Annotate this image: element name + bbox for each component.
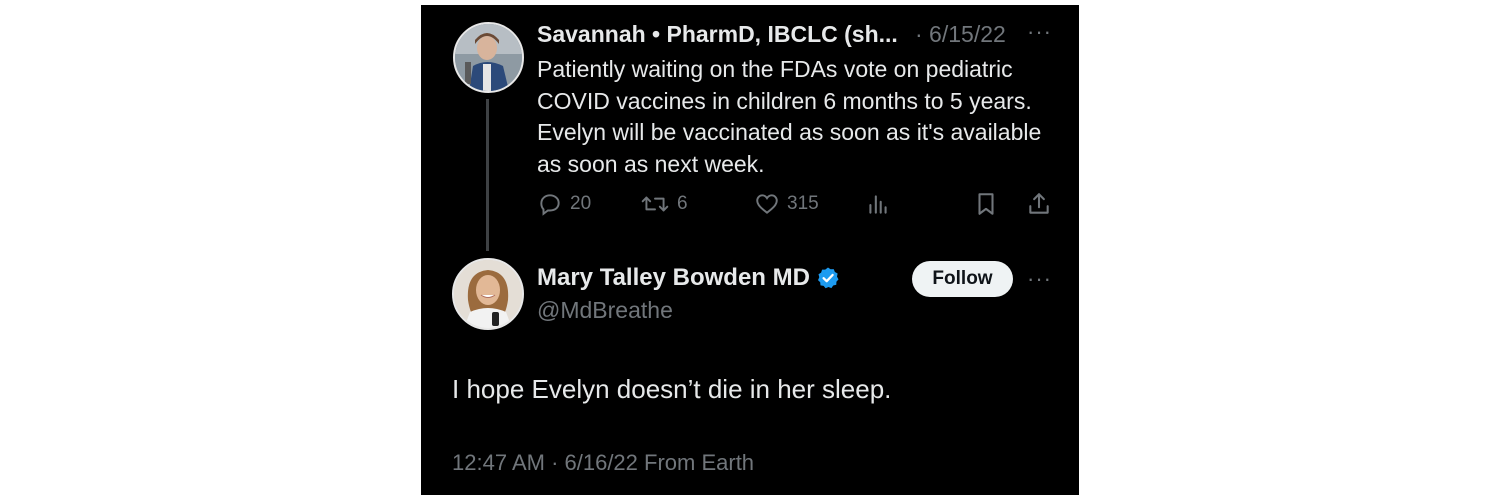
- like-count: 315: [787, 193, 819, 214]
- reply-author-handle[interactable]: @MdBreathe: [537, 297, 673, 324]
- share-icon: [1029, 193, 1049, 214]
- more-options-icon[interactable]: ···: [1027, 266, 1052, 292]
- heart-icon: [756, 194, 778, 214]
- follow-button[interactable]: Follow: [912, 261, 1013, 297]
- bookmark-icon: [978, 193, 994, 215]
- reply-tweet-timestamp[interactable]: 12:47 AM · 6/16/22 From Earth: [452, 450, 754, 476]
- thread-connector-line: [486, 99, 489, 251]
- tweet-action-bar: 20 6 315: [537, 191, 1057, 221]
- retweet-button[interactable]: 6: [640, 191, 688, 217]
- share-button[interactable]: [1026, 191, 1052, 217]
- reply-author-name-text: Mary Talley Bowden MD: [537, 264, 810, 291]
- parent-tweet-text: Patiently waiting on the FDAs vote on pe…: [537, 56, 1042, 177]
- reply-icon: [540, 194, 560, 216]
- tweet-thread-panel: Savannah • PharmD, IBCLC (sh... · 6/15/2…: [421, 5, 1079, 495]
- parent-tweet-date[interactable]: · 6/15/22: [915, 21, 1006, 48]
- retweet-count: 6: [677, 193, 688, 214]
- verified-badge-icon: [817, 267, 839, 289]
- like-button[interactable]: 315: [754, 191, 819, 217]
- more-options-icon[interactable]: ···: [1027, 19, 1052, 45]
- reply-tweet-text: I hope Evelyn doesn’t die in her sleep.: [452, 374, 892, 404]
- bookmark-button[interactable]: [973, 191, 999, 217]
- reply-author-name[interactable]: Mary Talley Bowden MD: [537, 264, 840, 292]
- avatar[interactable]: [453, 22, 524, 93]
- analytics-icon: [869, 195, 887, 214]
- avatar[interactable]: [452, 258, 524, 330]
- retweet-icon: [641, 196, 669, 212]
- reply-count: 20: [570, 193, 592, 214]
- parent-author-name[interactable]: Savannah • PharmD, IBCLC (sh...: [537, 21, 898, 48]
- reply-button[interactable]: 20: [537, 191, 591, 217]
- views-button[interactable]: [865, 191, 891, 217]
